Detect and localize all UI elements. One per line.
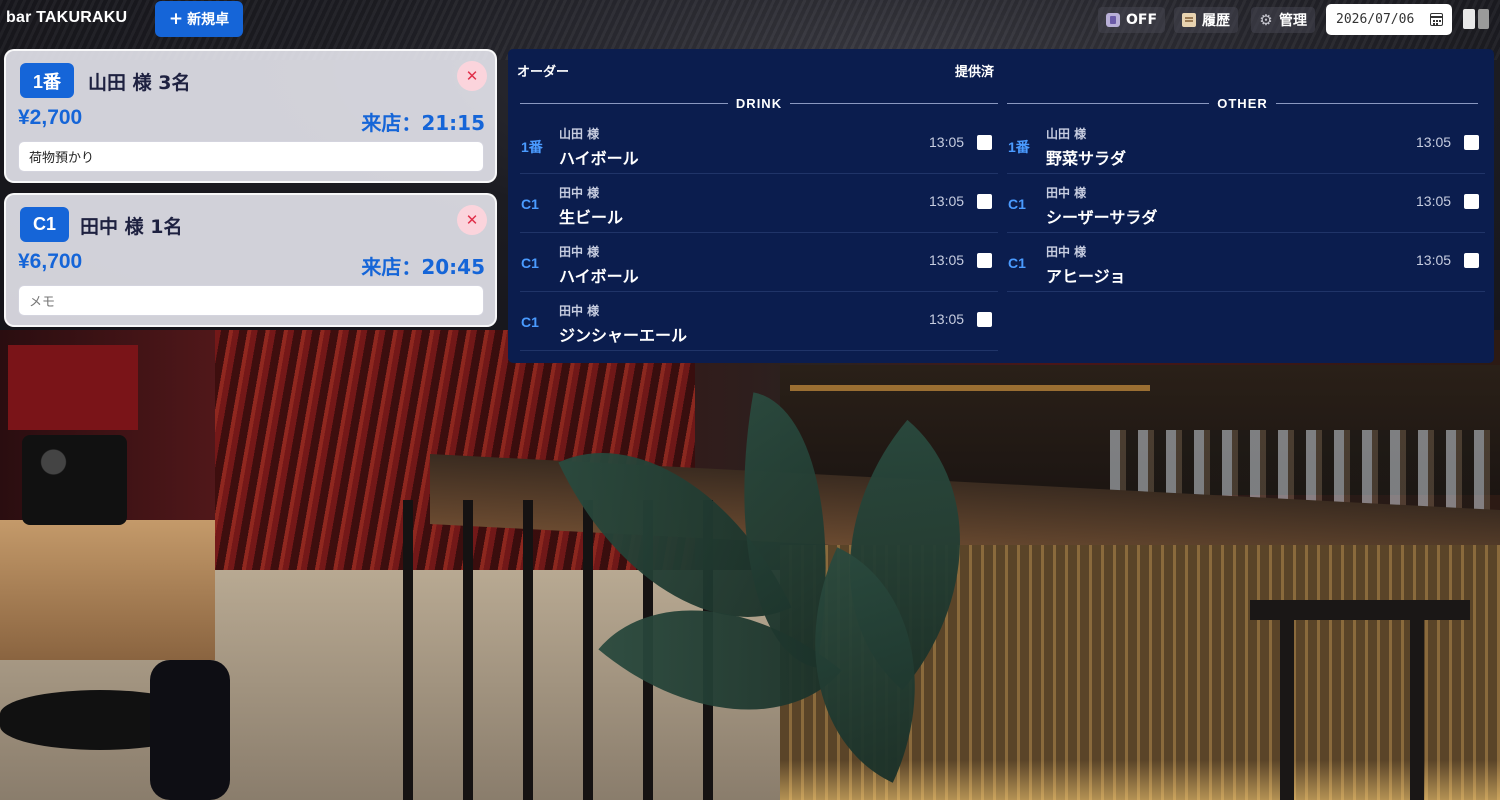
close-table-button[interactable]: ✕ [457,61,487,91]
layout-toggle-icon[interactable] [1463,9,1489,29]
order-table: C1 [521,314,539,330]
admin-label: 管理 [1279,13,1307,29]
admin-button[interactable]: ⚙ 管理 [1251,7,1315,33]
order-row: C1 田中 様 アヒージョ 13:05 [1007,233,1485,292]
table-tag: 1番 [20,63,75,98]
calendar-icon[interactable] [1430,13,1443,26]
order-item: 生ビール [559,208,624,227]
guest-info: 山田 様 3名 [88,72,191,94]
served-checkbox[interactable] [977,194,992,209]
table-total: ¥6,700 [18,250,83,273]
order-table: 1番 [521,139,543,155]
history-button[interactable]: 履歴 [1174,7,1238,33]
plus-icon: + [168,8,184,29]
order-time: 13:05 [1416,252,1452,268]
order-guest: 田中 様 [1046,245,1087,259]
order-row: C1 田中 様 ジンシャーエール 13:05 [520,292,998,351]
arrival-time: 来店：20:45 [361,255,485,279]
memo-field[interactable]: 荷物預かり [18,141,484,172]
order-item: 野菜サラダ [1046,149,1127,168]
guest-info: 田中 様 1名 [80,216,183,238]
other-section-title: OTHER [1007,91,1485,115]
served-checkbox[interactable] [977,312,992,327]
order-panel: オーダー 提供済 DRINK 1番 山田 様 ハイボール 13:05 C1 田中… [508,49,1494,363]
order-header: オーダー [517,65,570,80]
app-title: bar TAKURAKU [6,9,128,26]
order-row: C1 田中 様 シーザーサラダ 13:05 [1007,174,1485,233]
clipboard-icon [1182,13,1196,27]
order-row: C1 田中 様 ハイボール 13:05 [520,233,998,292]
table-card[interactable]: C1 田中 様 1名 ✕ ¥6,700 来店：20:45 メモ [4,193,497,327]
order-time: 13:05 [929,311,965,327]
table-tag: C1 [20,207,70,242]
power-icon [1106,13,1120,27]
order-item: ジンシャーエール [559,326,688,345]
order-time: 13:05 [929,252,965,268]
close-table-button[interactable]: ✕ [457,205,487,235]
order-time: 13:05 [1416,193,1452,209]
order-row: 1番 山田 様 ハイボール 13:05 [520,115,998,174]
table-total: ¥2,700 [18,106,83,129]
order-guest: 山田 様 [1046,127,1087,141]
order-item: アヒージョ [1046,267,1126,286]
order-guest: 山田 様 [559,127,600,141]
served-checkbox[interactable] [977,135,992,150]
order-row: 1番 山田 様 野菜サラダ 13:05 [1007,115,1485,174]
served-checkbox[interactable] [977,253,992,268]
table-card[interactable]: 1番 山田 様 3名 ✕ ¥2,700 来店：21:15 荷物預かり [4,49,497,183]
drink-section-title: DRINK [520,91,999,115]
drink-column: DRINK 1番 山田 様 ハイボール 13:05 C1 田中 様 生ビール 1… [520,91,999,351]
date-value: 2026/07/06 [1336,12,1415,27]
power-label: OFF [1126,12,1158,28]
memo-field[interactable]: メモ [18,285,484,316]
new-table-label: 新規卓 [187,12,230,28]
order-table: C1 [521,196,539,212]
served-checkbox[interactable] [1464,194,1479,209]
top-bar: bar TAKURAKU + 新規卓 OFF 履歴 ⚙ 管理 2026/07/0… [0,0,1500,40]
order-time: 13:05 [929,134,965,150]
served-checkbox[interactable] [1464,253,1479,268]
date-input[interactable]: 2026/07/06 [1326,4,1452,35]
new-table-button[interactable]: + 新規卓 [155,1,243,37]
order-table: C1 [1008,255,1026,271]
close-icon: ✕ [465,211,479,229]
order-table: C1 [521,255,539,271]
close-icon: ✕ [465,67,479,85]
order-item: ハイボール [559,149,639,168]
history-label: 履歴 [1202,13,1230,29]
order-row: C1 田中 様 生ビール 13:05 [520,174,998,233]
order-guest: 田中 様 [559,186,600,200]
order-table: 1番 [1008,139,1030,155]
other-column: OTHER 1番 山田 様 野菜サラダ 13:05 C1 田中 様 シーザーサラ… [1007,91,1485,292]
order-guest: 田中 様 [559,304,600,318]
order-guest: 田中 様 [1046,186,1087,200]
order-guest: 田中 様 [559,245,600,259]
served-header: 提供済 [955,65,995,80]
served-checkbox[interactable] [1464,135,1479,150]
gear-icon: ⚙ [1259,11,1273,29]
order-item: シーザーサラダ [1046,208,1158,227]
order-time: 13:05 [1416,134,1452,150]
arrival-time: 来店：21:15 [361,111,485,135]
order-time: 13:05 [929,193,965,209]
power-toggle-button[interactable]: OFF [1098,7,1166,33]
order-table: C1 [1008,196,1026,212]
order-item: ハイボール [559,267,639,286]
